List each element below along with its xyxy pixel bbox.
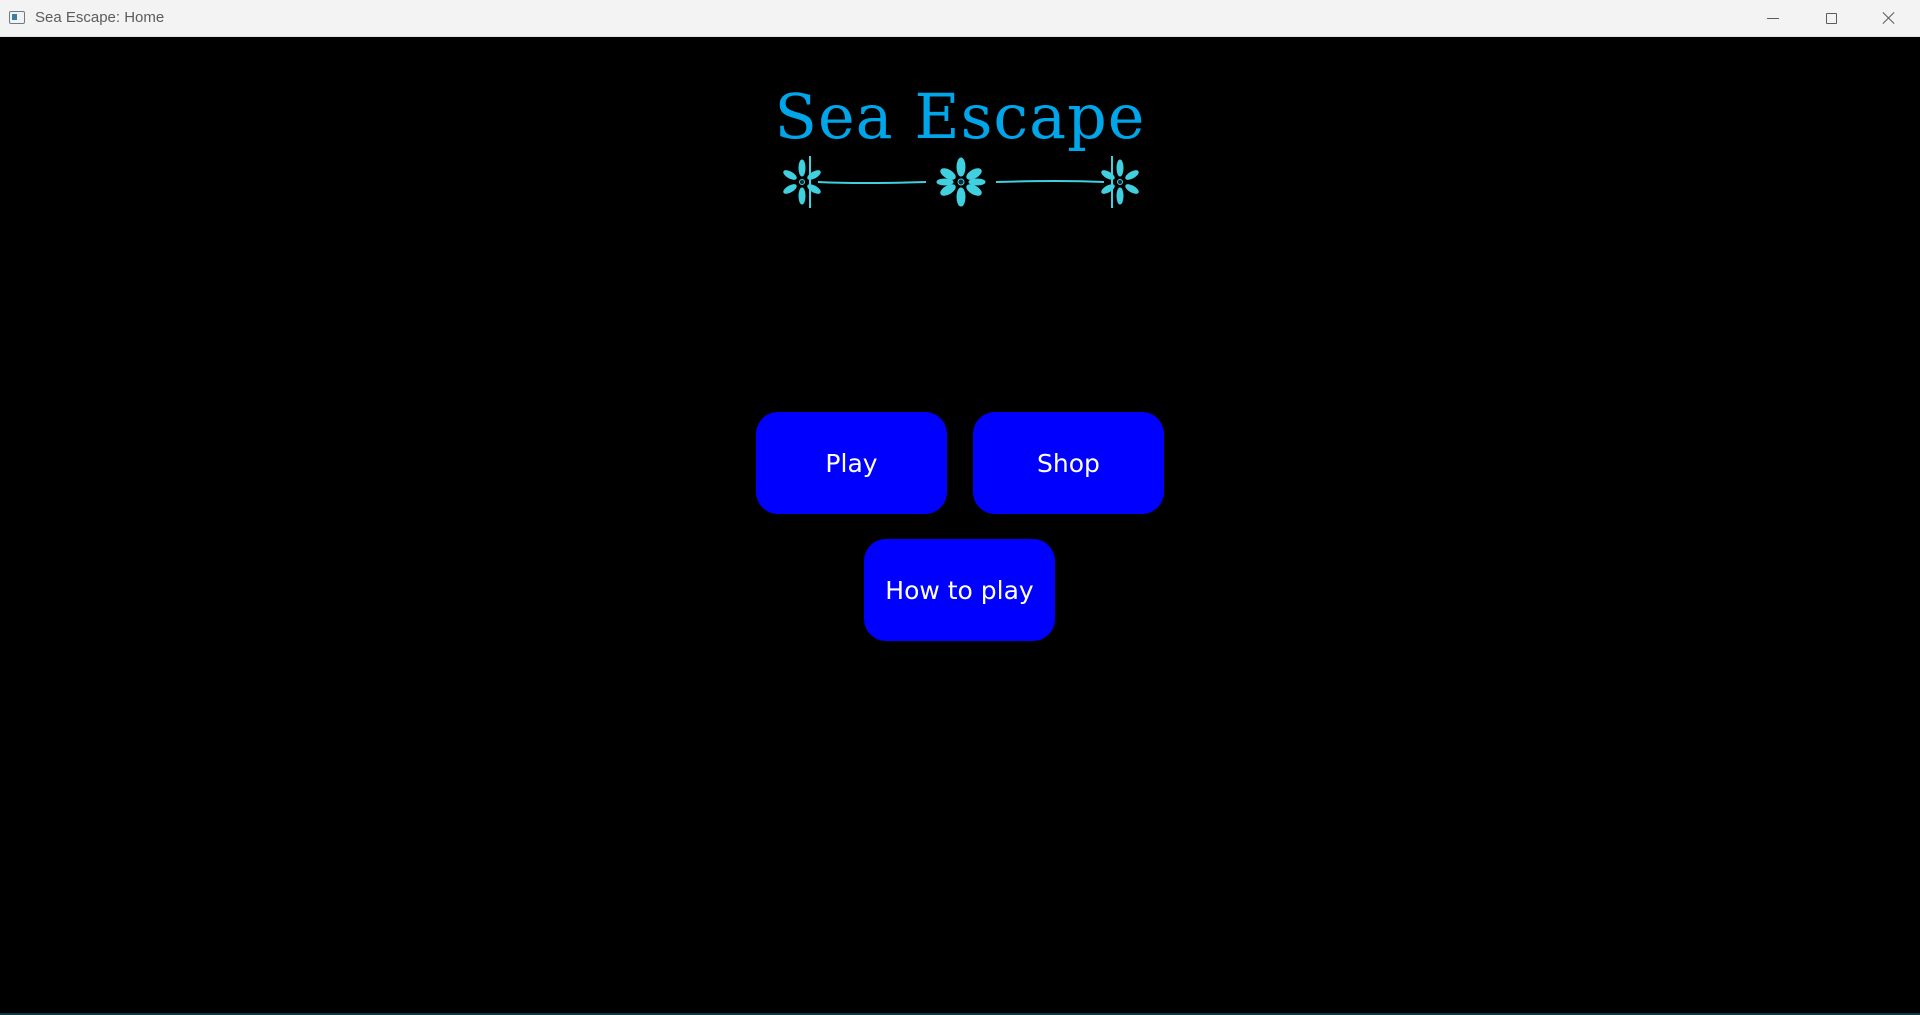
maximize-icon bbox=[1825, 12, 1837, 24]
flower-right-icon bbox=[1101, 156, 1139, 208]
app-window-icon bbox=[9, 11, 25, 24]
close-button[interactable] bbox=[1860, 0, 1918, 36]
play-button[interactable]: Play bbox=[756, 412, 947, 514]
minimize-button[interactable] bbox=[1744, 0, 1802, 36]
minimize-icon bbox=[1767, 17, 1779, 19]
window-title: Sea Escape: Home bbox=[35, 9, 165, 26]
flower-left-icon bbox=[783, 156, 821, 208]
how-to-play-button[interactable]: How to play bbox=[864, 539, 1055, 641]
flower-center-icon bbox=[936, 157, 986, 207]
close-icon bbox=[1882, 11, 1896, 25]
title-bar[interactable]: Sea Escape: Home bbox=[0, 0, 1920, 37]
game-title: Sea Escape bbox=[774, 80, 1146, 153]
floral-divider-ornament bbox=[783, 156, 1139, 208]
app-window: Sea Escape: Home Sea Escape Play Shop Ho… bbox=[0, 0, 1920, 1015]
shop-button[interactable]: Shop bbox=[973, 412, 1164, 514]
maximize-button[interactable] bbox=[1802, 0, 1860, 36]
